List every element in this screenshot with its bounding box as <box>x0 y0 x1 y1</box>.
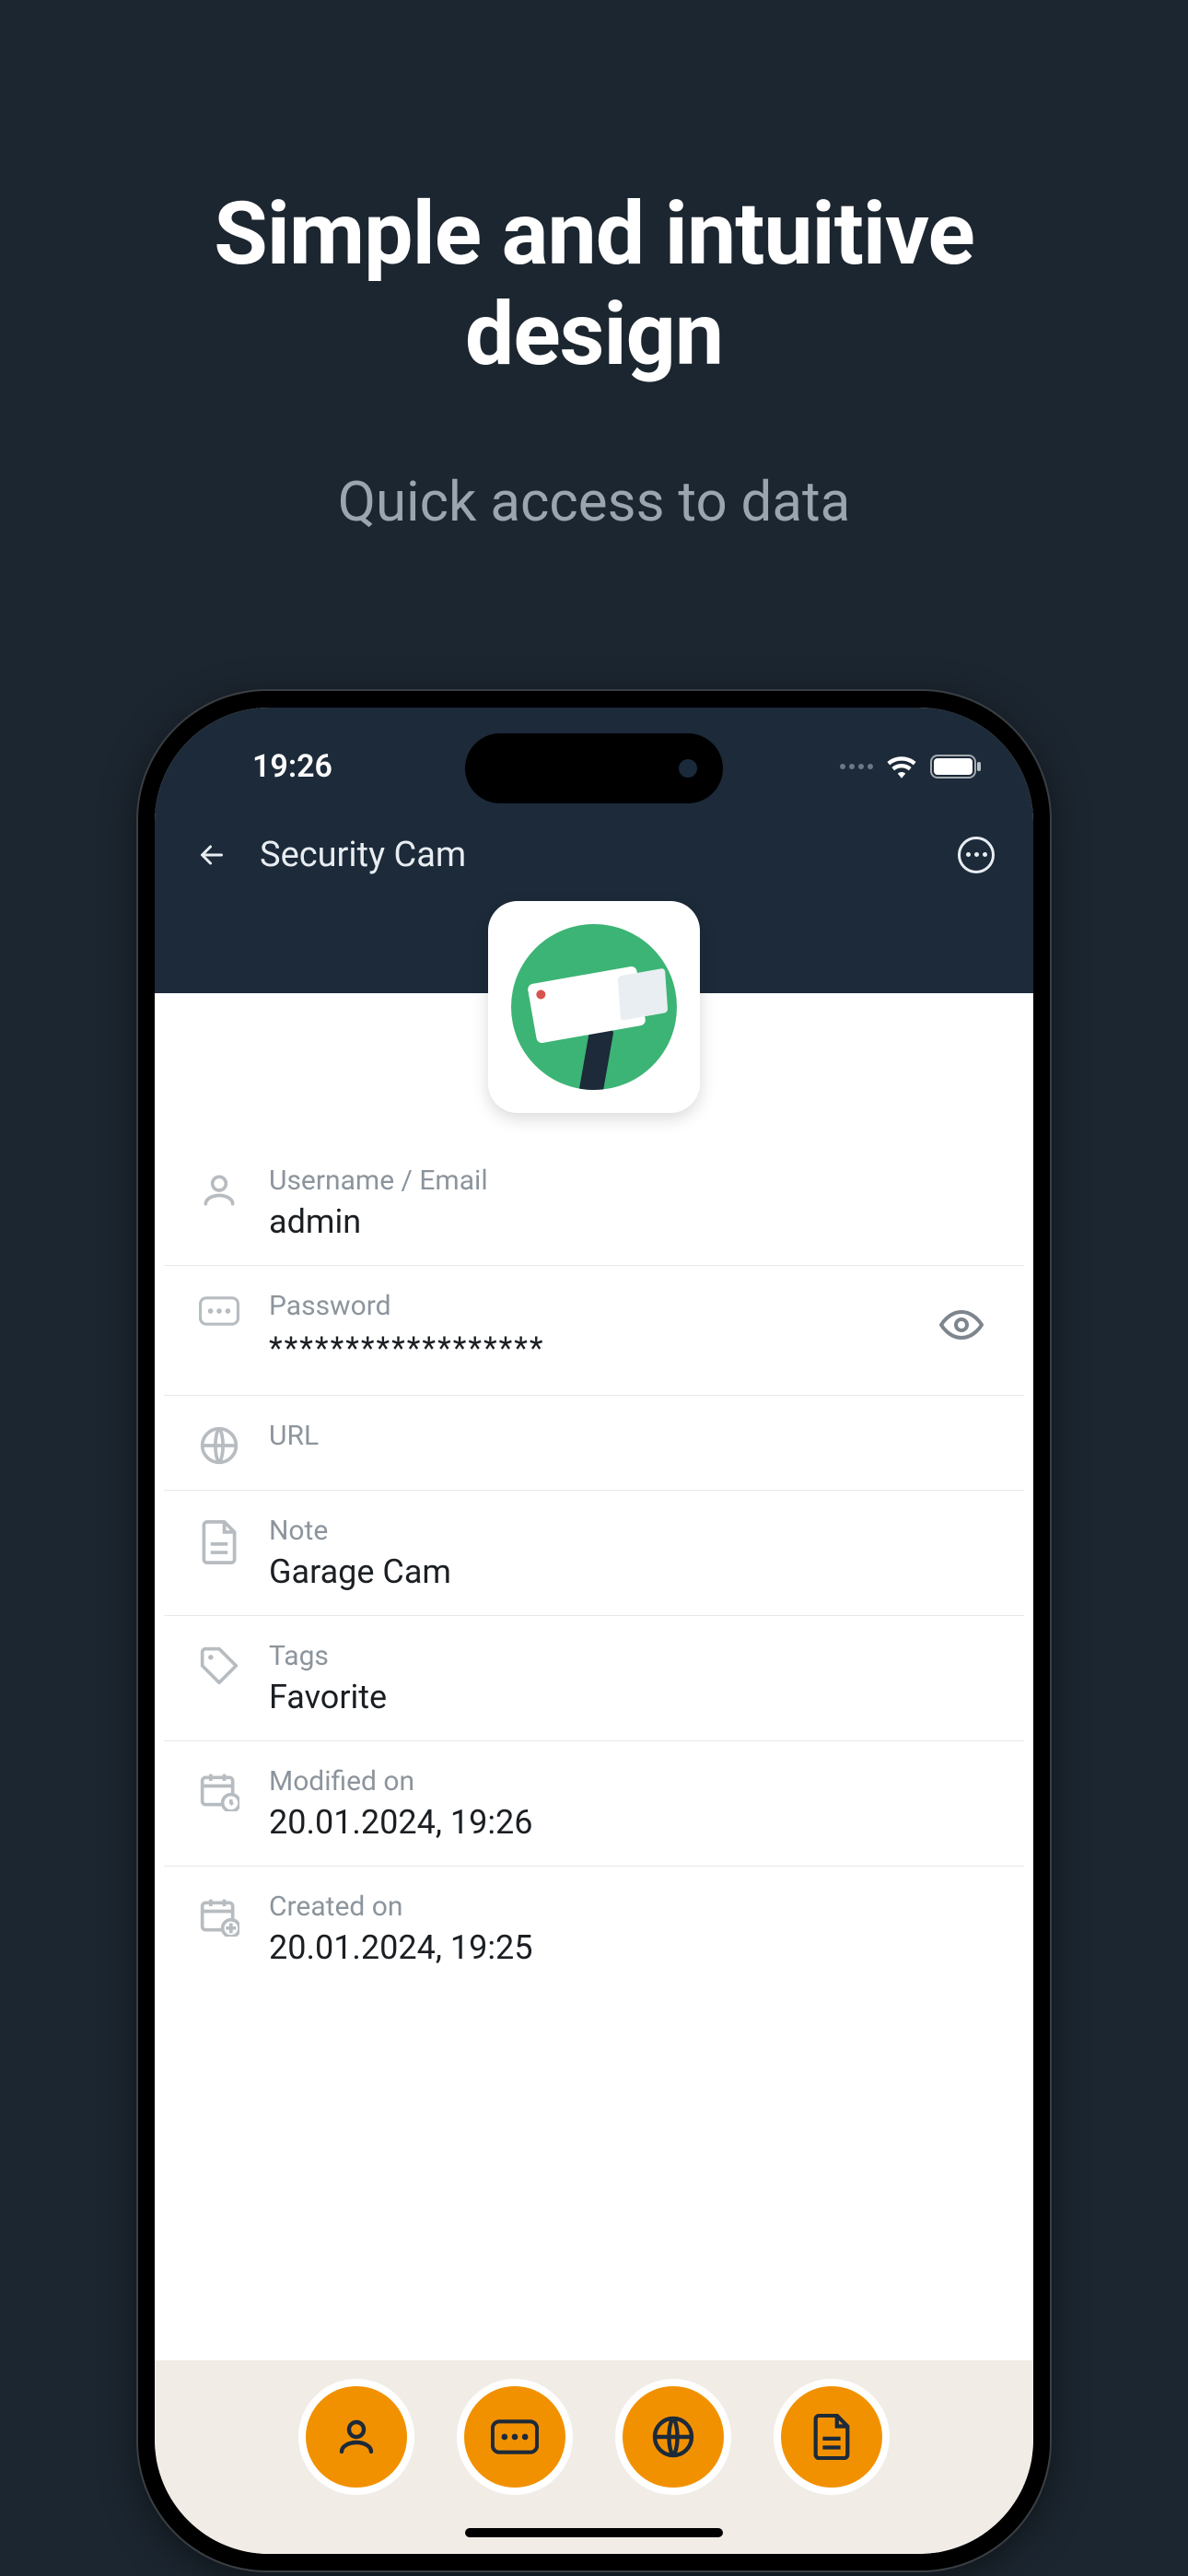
page-title: Security Cam <box>260 835 466 875</box>
promo-subtitle: Quick access to data <box>0 469 1188 534</box>
security-camera-icon <box>511 924 677 1090</box>
copy-password-button[interactable] <box>464 2386 565 2488</box>
promo-title-line2: design <box>465 284 723 386</box>
open-url-button[interactable] <box>623 2386 724 2488</box>
note-icon <box>813 2414 850 2460</box>
note-row[interactable]: Note Garage Cam <box>164 1491 1024 1616</box>
tags-row[interactable]: Tags Favorite <box>164 1616 1024 1741</box>
created-value: 20.01.2024, 19:25 <box>269 1928 987 1967</box>
dynamic-island <box>465 733 723 803</box>
status-indicators <box>840 755 982 779</box>
modified-row: Modified on 20.01.2024, 19:26 <box>164 1741 1024 1867</box>
tag-icon <box>192 1645 247 1686</box>
password-icon <box>192 1295 247 1327</box>
more-dot <box>966 852 971 857</box>
username-label: Username / Email <box>269 1165 987 1197</box>
copy-username-button[interactable] <box>306 2386 407 2488</box>
more-dot <box>974 852 979 857</box>
username-value: admin <box>269 1202 987 1241</box>
url-row[interactable]: URL <box>164 1396 1024 1491</box>
phone-screen: 19:26 Security Cam <box>155 708 1033 2554</box>
phone-frame: 19:26 Security Cam <box>138 691 1050 2570</box>
more-options-button[interactable] <box>958 837 995 873</box>
created-row: Created on 20.01.2024, 19:25 <box>164 1867 1024 1991</box>
globe-icon <box>192 1425 247 1466</box>
modified-value: 20.01.2024, 19:26 <box>269 1803 987 1842</box>
note-icon <box>192 1520 247 1564</box>
password-value: ****************** <box>269 1328 987 1372</box>
modified-label: Modified on <box>269 1765 987 1797</box>
promo-title-line1: Simple and intuitive <box>214 183 974 286</box>
home-indicator[interactable] <box>465 2528 723 2537</box>
back-button[interactable] <box>192 835 232 875</box>
globe-icon <box>651 2415 695 2459</box>
note-label: Note <box>269 1515 987 1547</box>
password-label: Password <box>269 1290 987 1322</box>
calendar-created-icon <box>192 1896 247 1937</box>
note-value: Garage Cam <box>269 1552 987 1591</box>
view-note-button[interactable] <box>781 2386 882 2488</box>
status-time: 19:26 <box>252 748 332 785</box>
tags-value: Favorite <box>269 1678 987 1716</box>
username-row[interactable]: Username / Email admin <box>164 1141 1024 1266</box>
user-icon <box>192 1170 247 1211</box>
arrow-left-icon <box>195 838 228 872</box>
promo-title: Simple and intuitive design <box>0 184 1188 386</box>
eye-icon <box>939 1308 984 1341</box>
wifi-icon <box>886 755 917 779</box>
entry-avatar[interactable] <box>488 901 700 1113</box>
user-icon <box>334 2415 379 2459</box>
password-icon <box>491 2419 539 2454</box>
cellular-icon <box>840 764 873 769</box>
more-dot <box>983 852 987 857</box>
entry-details: Username / Email admin Password ********… <box>155 993 1033 1992</box>
password-row[interactable]: Password ****************** <box>164 1266 1024 1397</box>
calendar-modified-icon <box>192 1771 247 1811</box>
header-background <box>155 910 1033 993</box>
app-header: Security Cam <box>155 809 1033 910</box>
show-password-button[interactable] <box>939 1308 985 1345</box>
tags-label: Tags <box>269 1640 987 1672</box>
url-label: URL <box>269 1420 987 1452</box>
battery-icon <box>930 755 982 779</box>
bottom-action-bar <box>155 2360 1033 2554</box>
created-label: Created on <box>269 1891 987 1923</box>
